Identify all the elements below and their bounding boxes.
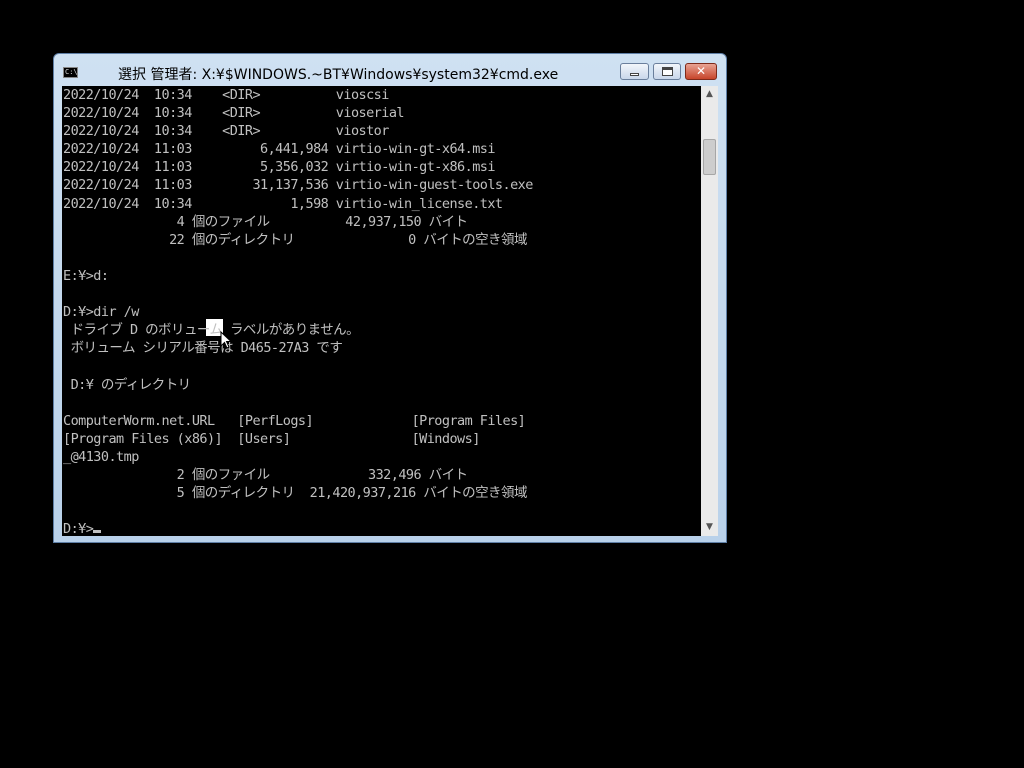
scroll-down-arrow-icon[interactable]: ▼ [701,519,718,536]
console-line: 5 個のディレクトリ 21,420,937,216 バイトの空き領域 [63,485,528,502]
scroll-up-arrow-icon[interactable]: ▲ [701,86,718,103]
mouse-pointer-icon [220,331,232,349]
console-line: D:¥> [63,520,533,536]
console-line: _@4130.tmp [63,448,139,465]
console-line: ボリューム シリアル番号は D465-27A3 です [63,340,343,357]
maximize-icon [662,67,673,76]
close-icon: ✕ [695,64,707,78]
minimize-icon [630,73,639,76]
console-line: D:¥>dir /w [63,304,139,321]
console-line: 2022/10/24 11:03 6,441,984 virtio-win-gt… [63,141,495,158]
title-bar[interactable]: C:\ 選択 管理者: X:¥$WINDOWS.~BT¥Windows¥syst… [54,54,726,87]
console-line: 2022/10/24 10:34 <DIR> vioscsi [63,87,389,103]
console-line: ComputerWorm.net.URL [PerfLogs] [Program… [63,412,526,429]
minimize-button[interactable] [620,63,649,80]
console-lines: 2022/10/24 10:34 <DIR> vioscsi 2022/10/24… [63,86,533,536]
cmd-app-icon[interactable]: C:\ [63,67,78,78]
console-line: [Program Files (x86)] [Users] [Windows] [63,430,480,447]
window-title: 選択 管理者: X:¥$WINDOWS.~BT¥Windows¥system32… [118,67,559,83]
console-line: 2022/10/24 11:03 31,137,536 virtio-win-g… [63,177,533,194]
console-line: 4 個のファイル 42,937,150 バイト [63,213,468,230]
console-line: 22 個のディレクトリ 0 バイトの空き領域 [63,231,527,248]
close-button[interactable]: ✕ [685,63,717,80]
cmd-window[interactable]: C:\ 選択 管理者: X:¥$WINDOWS.~BT¥Windows¥syst… [53,53,727,543]
console-line: 2022/10/24 10:34 <DIR> viostor [63,123,389,140]
console-output[interactable]: 2022/10/24 10:34 <DIR> vioscsi 2022/10/24… [62,86,701,536]
console-line: D:¥ のディレクトリ [63,376,192,393]
console-line: E:¥>d: [63,267,109,284]
scroll-thumb[interactable] [703,139,716,175]
console-line: 2022/10/24 10:34 <DIR> vioserial [63,105,405,122]
vertical-scrollbar[interactable]: ▲ ▼ [701,86,718,536]
console-line: 2 個のファイル 332,496 バイト [63,466,468,483]
console-line: 2022/10/24 11:03 5,356,032 virtio-win-gt… [63,159,495,176]
console-line: 2022/10/24 10:34 1,598 virtio-win_licens… [63,195,503,212]
console-line: ドライブ D のボリューム ラベルがありません。 [63,322,360,339]
maximize-button[interactable] [653,63,681,80]
text-cursor [93,530,102,534]
